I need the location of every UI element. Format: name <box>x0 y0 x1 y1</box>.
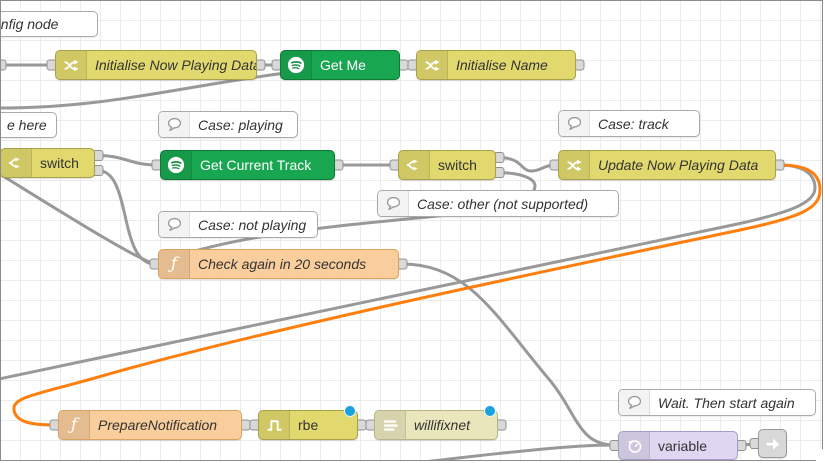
switch-icon <box>399 151 430 179</box>
node-label: Wait. Then start again <box>650 390 815 415</box>
pulse-icon <box>259 411 290 439</box>
comment-icon <box>378 191 409 216</box>
comment-config-node[interactable]: config node <box>0 11 98 37</box>
node-label: switch <box>32 149 94 177</box>
node-initialise-name[interactable]: Initialise Name <box>416 50 576 80</box>
node-label: variable <box>650 432 737 459</box>
node-update-now-playing-data[interactable]: Update Now Playing Data <box>558 150 776 180</box>
node-link-out[interactable] <box>758 429 787 458</box>
changed-badge <box>484 405 496 417</box>
node-rbe[interactable]: rbe <box>258 410 358 440</box>
comment-case-not-playing[interactable]: Case: not playing <box>158 211 318 238</box>
comment-wait-then-start-again[interactable]: Wait. Then start again <box>618 389 816 416</box>
node-label: Update Now Playing Data <box>590 151 775 179</box>
node-label: e here <box>0 113 56 137</box>
spotify-icon <box>161 151 192 179</box>
node-get-current-track[interactable]: Get Current Track <box>160 150 335 180</box>
flow-canvas[interactable]: config node Initialise Now Playing Data Ge… <box>0 0 825 463</box>
node-label: Get Current Track <box>192 151 334 179</box>
comment-icon <box>159 112 190 137</box>
canvas-border-top <box>0 0 823 1</box>
canvas-border-left <box>0 0 1 461</box>
node-label: Initialise Now Playing Data <box>87 51 256 79</box>
function-icon: ƒ <box>59 411 90 439</box>
node-variable[interactable]: variable <box>618 431 738 460</box>
comment-icon <box>559 111 590 136</box>
comment-case-playing[interactable]: Case: playing <box>158 111 298 138</box>
node-label: Case: track <box>590 111 699 136</box>
node-initialise-now-playing-data[interactable]: Initialise Now Playing Data <box>55 50 257 80</box>
wire-w6[interactable] <box>98 156 157 166</box>
node-label: Get Me <box>312 51 399 79</box>
flow-editor: config node Initialise Now Playing Data Ge… <box>0 0 825 463</box>
node-willifixnet[interactable]: willifixnet <box>374 410 498 440</box>
node-check-again-in-20-seconds[interactable]: ƒCheck again in 20 seconds <box>158 249 399 279</box>
comment-icon <box>619 390 650 415</box>
node-switch-1[interactable]: switch <box>0 148 95 178</box>
switch-icon <box>1 149 32 177</box>
node-label: Case: other (not supported) <box>409 191 618 216</box>
timer-icon <box>619 432 650 459</box>
node-label: Case: not playing <box>190 212 317 237</box>
wire-w10[interactable] <box>499 158 555 172</box>
node-switch-2[interactable]: switch <box>398 150 496 180</box>
shuffle-icon <box>559 151 590 179</box>
node-get-me[interactable]: Get Me <box>280 50 400 80</box>
link-out-icon <box>759 430 786 457</box>
scrollbar-corner <box>816 449 825 463</box>
changed-badge <box>344 405 356 417</box>
node-label: switch <box>430 151 495 179</box>
shuffle-icon <box>417 51 448 79</box>
node-label: willifixnet <box>406 411 497 439</box>
node-label: Case: playing <box>190 112 297 137</box>
comment-case-track[interactable]: Case: track <box>558 110 700 137</box>
node-label: config node <box>0 12 97 36</box>
function-icon: ƒ <box>159 250 190 278</box>
comment-icon <box>159 212 190 237</box>
wire-w8[interactable] <box>0 168 155 264</box>
node-label: Initialise Name <box>448 51 575 79</box>
node-label: PrepareNotification <box>90 411 241 439</box>
comment-case-other[interactable]: Case: other (not supported) <box>377 190 619 217</box>
shuffle-icon <box>56 51 87 79</box>
comment-edit-here[interactable]: e here <box>0 112 57 138</box>
lines-icon <box>375 411 406 439</box>
node-prepare-notification[interactable]: ƒPrepareNotification <box>58 410 242 440</box>
spotify-icon <box>281 51 312 79</box>
node-label: Check again in 20 seconds <box>190 250 398 278</box>
